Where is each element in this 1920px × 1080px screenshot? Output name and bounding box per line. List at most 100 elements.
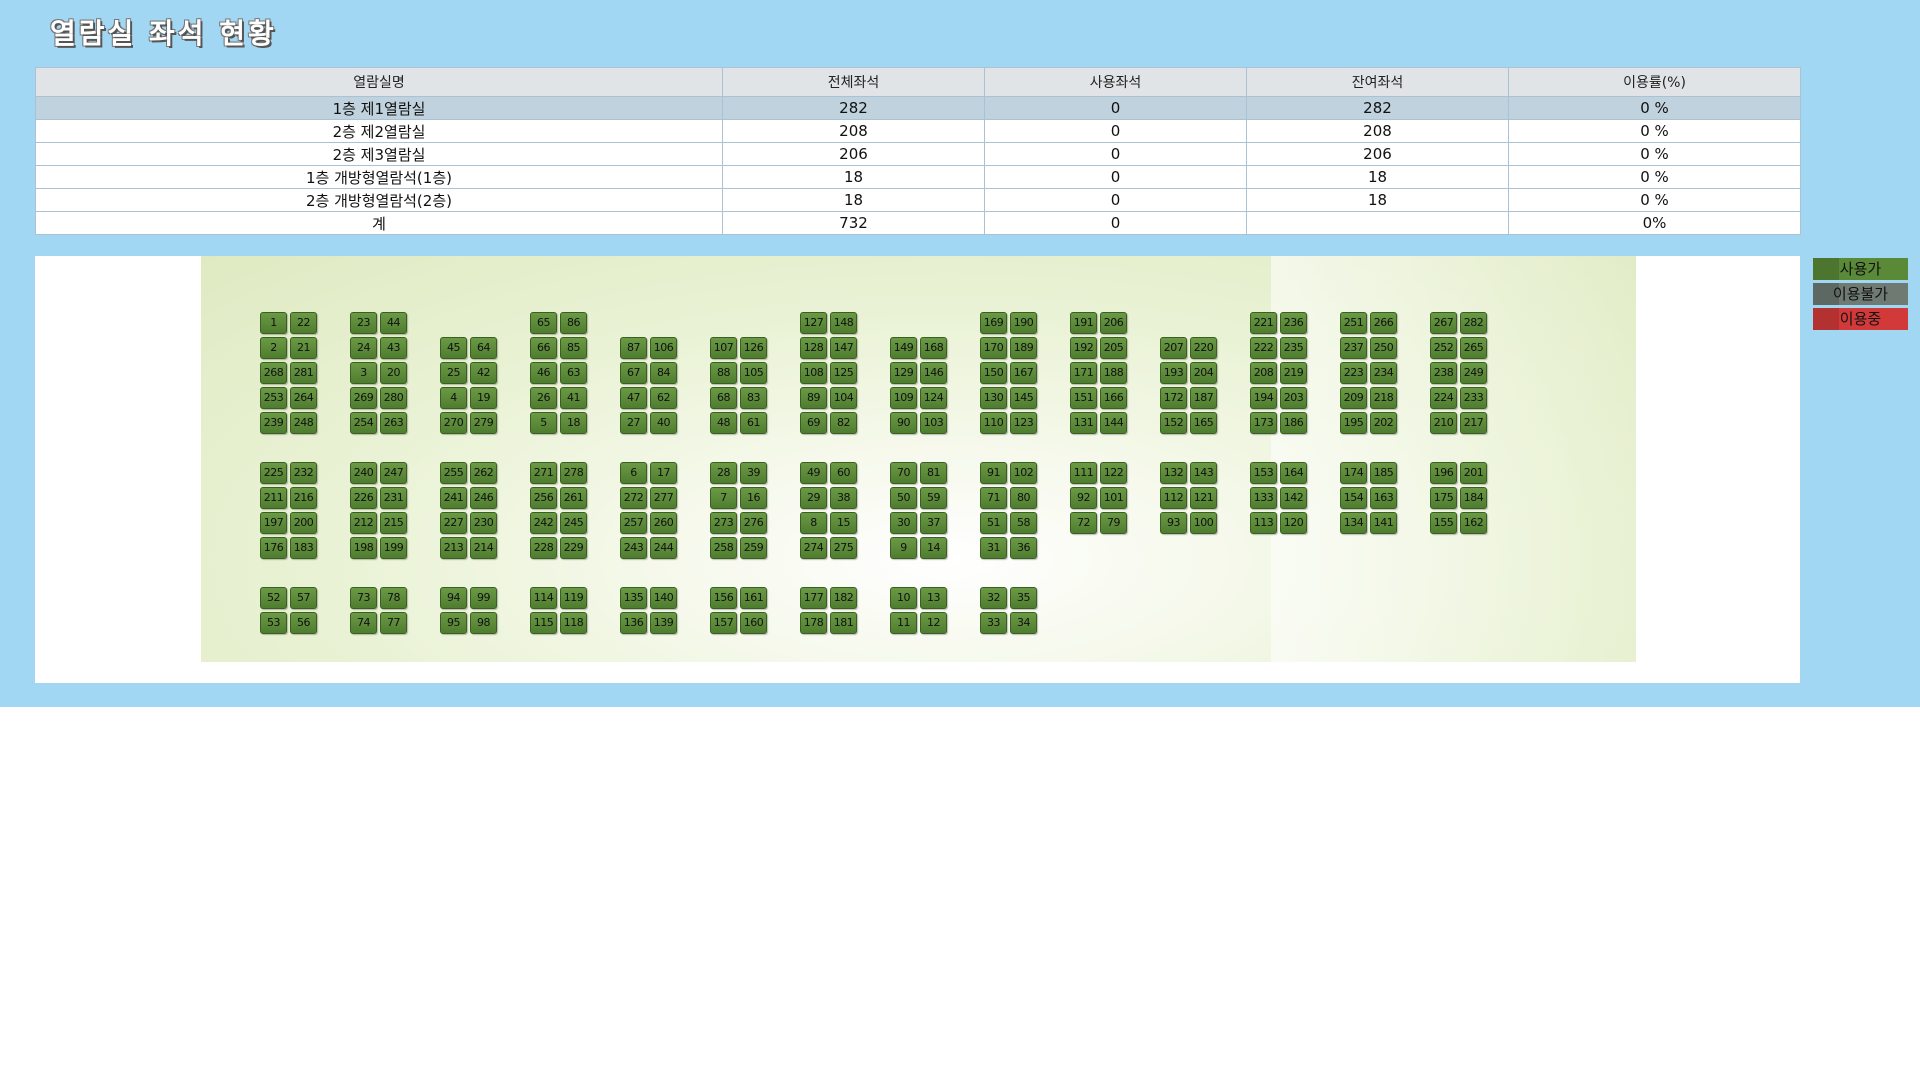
seat-102[interactable]: 102	[1010, 462, 1037, 484]
seat-1[interactable]: 1	[260, 312, 287, 334]
seat-9[interactable]: 9	[890, 537, 917, 559]
seat-219[interactable]: 219	[1280, 362, 1307, 384]
seat-256[interactable]: 256	[530, 487, 557, 509]
seat-7[interactable]: 7	[710, 487, 737, 509]
seat-13[interactable]: 13	[920, 587, 947, 609]
seat-103[interactable]: 103	[920, 412, 947, 434]
seat-22[interactable]: 22	[290, 312, 317, 334]
seat-19[interactable]: 19	[470, 387, 497, 409]
seat-136[interactable]: 136	[620, 612, 647, 634]
seat-41[interactable]: 41	[560, 387, 587, 409]
seat-125[interactable]: 125	[830, 362, 857, 384]
seat-110[interactable]: 110	[980, 412, 1007, 434]
seat-10[interactable]: 10	[890, 587, 917, 609]
seat-143[interactable]: 143	[1190, 462, 1217, 484]
seat-21[interactable]: 21	[290, 337, 317, 359]
seat-170[interactable]: 170	[980, 337, 1007, 359]
seat-119[interactable]: 119	[560, 587, 587, 609]
seat-28[interactable]: 28	[710, 462, 737, 484]
cell-room-name[interactable]: 2층 제2열람실	[35, 119, 723, 143]
seat-38[interactable]: 38	[830, 487, 857, 509]
seat-78[interactable]: 78	[380, 587, 407, 609]
seat-163[interactable]: 163	[1370, 487, 1397, 509]
seat-232[interactable]: 232	[290, 462, 317, 484]
seat-213[interactable]: 213	[440, 537, 467, 559]
seat-93[interactable]: 93	[1160, 512, 1187, 534]
table-row[interactable]: 1층 개방형열람석(1층) 18 0 18 0 %	[35, 165, 1801, 189]
seat-252[interactable]: 252	[1430, 337, 1457, 359]
seat-99[interactable]: 99	[470, 587, 497, 609]
seat-265[interactable]: 265	[1460, 337, 1487, 359]
seat-229[interactable]: 229	[560, 537, 587, 559]
seat-25[interactable]: 25	[440, 362, 467, 384]
seat-121[interactable]: 121	[1190, 487, 1217, 509]
seat-157[interactable]: 157	[710, 612, 737, 634]
seat-87[interactable]: 87	[620, 337, 647, 359]
seat-92[interactable]: 92	[1070, 487, 1097, 509]
table-row[interactable]: 2층 제3열람실 206 0 206 0 %	[35, 142, 1801, 166]
seat-15[interactable]: 15	[830, 512, 857, 534]
seat-278[interactable]: 278	[560, 462, 587, 484]
seat-175[interactable]: 175	[1430, 487, 1457, 509]
seat-162[interactable]: 162	[1460, 512, 1487, 534]
seat-104[interactable]: 104	[830, 387, 857, 409]
seat-236[interactable]: 236	[1280, 312, 1307, 334]
seat-65[interactable]: 65	[530, 312, 557, 334]
seat-167[interactable]: 167	[1010, 362, 1037, 384]
seat-199[interactable]: 199	[380, 537, 407, 559]
seat-194[interactable]: 194	[1250, 387, 1277, 409]
seat-80[interactable]: 80	[1010, 487, 1037, 509]
seat-186[interactable]: 186	[1280, 412, 1307, 434]
seat-18[interactable]: 18	[560, 412, 587, 434]
seat-79[interactable]: 79	[1100, 512, 1127, 534]
seat-40[interactable]: 40	[650, 412, 677, 434]
seat-67[interactable]: 67	[620, 362, 647, 384]
seat-183[interactable]: 183	[290, 537, 317, 559]
seat-237[interactable]: 237	[1340, 337, 1367, 359]
seat-3[interactable]: 3	[350, 362, 377, 384]
seat-100[interactable]: 100	[1190, 512, 1217, 534]
seat-124[interactable]: 124	[920, 387, 947, 409]
seat-128[interactable]: 128	[800, 337, 827, 359]
seat-276[interactable]: 276	[740, 512, 767, 534]
seat-24[interactable]: 24	[350, 337, 377, 359]
seat-12[interactable]: 12	[920, 612, 947, 634]
seat-196[interactable]: 196	[1430, 462, 1457, 484]
seat-226[interactable]: 226	[350, 487, 377, 509]
seat-43[interactable]: 43	[380, 337, 407, 359]
cell-room-name[interactable]: 1층 개방형열람석(1층)	[35, 165, 723, 189]
seat-166[interactable]: 166	[1100, 387, 1127, 409]
seat-141[interactable]: 141	[1370, 512, 1397, 534]
seat-161[interactable]: 161	[740, 587, 767, 609]
seat-8[interactable]: 8	[800, 512, 827, 534]
seat-280[interactable]: 280	[380, 387, 407, 409]
seat-89[interactable]: 89	[800, 387, 827, 409]
seat-129[interactable]: 129	[890, 362, 917, 384]
seat-152[interactable]: 152	[1160, 412, 1187, 434]
seat-223[interactable]: 223	[1340, 362, 1367, 384]
seat-45[interactable]: 45	[440, 337, 467, 359]
seat-165[interactable]: 165	[1190, 412, 1217, 434]
seat-260[interactable]: 260	[650, 512, 677, 534]
seat-203[interactable]: 203	[1280, 387, 1307, 409]
seat-262[interactable]: 262	[470, 462, 497, 484]
seat-151[interactable]: 151	[1070, 387, 1097, 409]
seat-281[interactable]: 281	[290, 362, 317, 384]
seat-113[interactable]: 113	[1250, 512, 1277, 534]
seat-201[interactable]: 201	[1460, 462, 1487, 484]
seat-255[interactable]: 255	[440, 462, 467, 484]
seat-46[interactable]: 46	[530, 362, 557, 384]
seat-44[interactable]: 44	[380, 312, 407, 334]
seat-52[interactable]: 52	[260, 587, 287, 609]
seat-82[interactable]: 82	[830, 412, 857, 434]
seat-107[interactable]: 107	[710, 337, 737, 359]
seat-127[interactable]: 127	[800, 312, 827, 334]
seat-205[interactable]: 205	[1100, 337, 1127, 359]
seat-248[interactable]: 248	[290, 412, 317, 434]
seat-273[interactable]: 273	[710, 512, 737, 534]
seat-111[interactable]: 111	[1070, 462, 1097, 484]
seat-64[interactable]: 64	[470, 337, 497, 359]
seat-126[interactable]: 126	[740, 337, 767, 359]
seat-56[interactable]: 56	[290, 612, 317, 634]
seat-51[interactable]: 51	[980, 512, 1007, 534]
